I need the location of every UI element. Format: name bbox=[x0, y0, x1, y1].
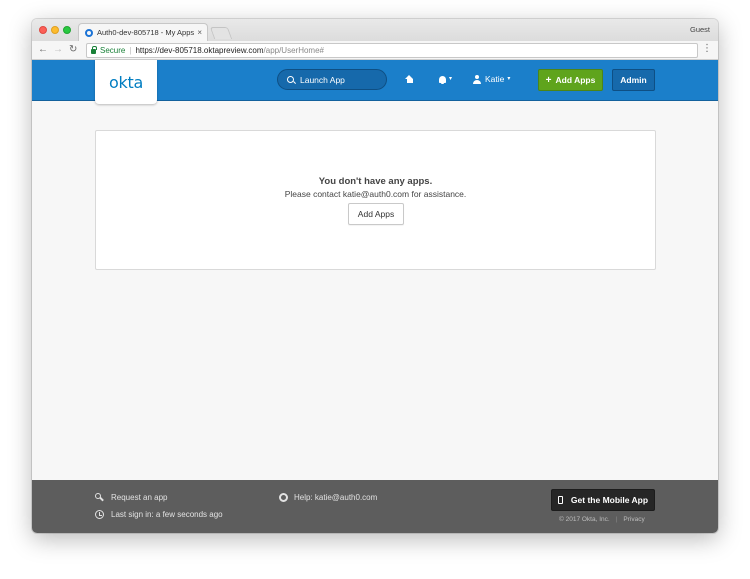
empty-apps-card: You don't have any apps. Please contact … bbox=[95, 130, 656, 270]
launch-app-search[interactable]: Launch App bbox=[277, 69, 387, 90]
secure-label: Secure bbox=[100, 46, 126, 55]
minimize-window-button[interactable] bbox=[51, 26, 59, 34]
home-icon bbox=[405, 75, 414, 84]
user-name: Katie bbox=[485, 74, 505, 84]
home-button[interactable] bbox=[405, 75, 414, 84]
help-label: Help: katie@auth0.com bbox=[294, 493, 378, 502]
chevron-down-icon: ▾ bbox=[507, 76, 511, 82]
browser-window: Auth0-dev-805718 - My Apps × Guest ← → ↻… bbox=[32, 19, 718, 533]
last-sign-in: Last sign in: a few seconds ago bbox=[95, 510, 223, 519]
plus-icon: + bbox=[545, 74, 552, 86]
url-path: /app/UserHome# bbox=[263, 46, 324, 55]
copyright: © 2017 Okta, Inc. bbox=[559, 516, 610, 523]
bell-icon bbox=[439, 75, 446, 84]
okta-favicon-icon bbox=[85, 28, 93, 37]
okta-header: okta Launch App ▾ Katie ▾ + Add Apps Adm… bbox=[32, 60, 718, 104]
clock-icon bbox=[95, 510, 104, 519]
lifebuoy-icon bbox=[279, 493, 288, 502]
tab-close-icon[interactable]: × bbox=[197, 28, 202, 37]
forward-arrow-icon[interactable]: → bbox=[53, 43, 63, 57]
request-app-label: Request an app bbox=[111, 493, 168, 502]
privacy-link[interactable]: Privacy bbox=[623, 516, 644, 523]
launch-app-placeholder: Launch App bbox=[300, 74, 345, 85]
browser-toolbar: ← → ↻ Secure | https://dev-805718.oktapr… bbox=[32, 41, 718, 60]
admin-button[interactable]: Admin bbox=[612, 69, 655, 91]
browser-tab-bar: Auth0-dev-805718 - My Apps × Guest bbox=[32, 19, 718, 41]
footer-legal: © 2017 Okta, Inc. | Privacy bbox=[559, 516, 645, 523]
address-bar[interactable]: Secure | https://dev-805718.oktapreview.… bbox=[86, 43, 698, 58]
last-sign-in-label: Last sign in: a few seconds ago bbox=[111, 510, 223, 519]
add-apps-header-label: Add Apps bbox=[555, 75, 596, 85]
back-arrow-icon[interactable]: ← bbox=[38, 43, 48, 57]
reload-icon[interactable]: ↻ bbox=[69, 43, 77, 57]
request-app-link[interactable]: Request an app bbox=[95, 493, 168, 502]
empty-state-subtitle: Please contact katie@auth0.com for assis… bbox=[284, 189, 467, 199]
okta-logo[interactable]: okta bbox=[95, 60, 157, 104]
close-window-button[interactable] bbox=[39, 26, 47, 34]
empty-state-title: You don't have any apps. bbox=[318, 176, 433, 187]
search-icon bbox=[287, 76, 294, 83]
add-apps-button[interactable]: Add Apps bbox=[348, 203, 404, 225]
add-apps-header-button[interactable]: + Add Apps bbox=[538, 69, 603, 91]
url-host: https://dev-805718.oktapreview.com bbox=[135, 46, 264, 55]
lock-icon bbox=[91, 46, 97, 54]
user-icon bbox=[473, 74, 481, 84]
phone-icon bbox=[557, 496, 563, 504]
user-menu[interactable]: Katie ▾ bbox=[473, 74, 510, 84]
address-separator: | bbox=[129, 46, 132, 55]
guest-profile-label[interactable]: Guest bbox=[690, 25, 710, 34]
okta-logo-text: okta bbox=[109, 72, 143, 92]
help-link[interactable]: Help: katie@auth0.com bbox=[279, 493, 377, 502]
main-content: You don't have any apps. Please contact … bbox=[32, 101, 718, 498]
get-mobile-app-label: Get the Mobile App bbox=[570, 495, 649, 505]
notifications-dropdown[interactable]: ▾ bbox=[439, 74, 452, 84]
footer: Request an app Last sign in: a few secon… bbox=[32, 480, 718, 533]
chevron-down-icon: ▾ bbox=[449, 76, 453, 82]
browser-menu-icon[interactable]: ⋮ bbox=[702, 43, 712, 54]
legal-separator: | bbox=[615, 516, 618, 523]
get-mobile-app-button[interactable]: Get the Mobile App bbox=[551, 489, 655, 511]
tab-title: Auth0-dev-805718 - My Apps bbox=[97, 28, 195, 37]
new-tab-button[interactable] bbox=[209, 27, 233, 39]
browser-tab-my-apps[interactable]: Auth0-dev-805718 - My Apps × bbox=[78, 23, 208, 41]
wrench-icon bbox=[95, 493, 104, 502]
maximize-window-button[interactable] bbox=[63, 26, 71, 34]
